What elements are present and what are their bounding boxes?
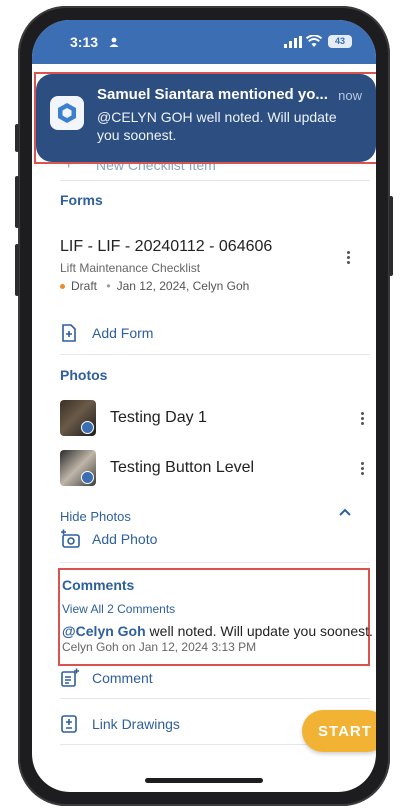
photo-more-options-icon[interactable] (360, 410, 364, 426)
comment-body: well noted. Will update you soonest. (145, 623, 373, 639)
add-form-label: Add Form (92, 325, 154, 341)
divider (60, 698, 370, 699)
person-icon (109, 37, 119, 47)
divider (60, 180, 370, 181)
link-badge-icon (81, 421, 94, 434)
link-drawing-icon (61, 715, 77, 733)
home-indicator[interactable] (145, 778, 263, 783)
cellular-signal-icon (284, 36, 302, 48)
photo-thumbnail (60, 400, 96, 436)
wifi-icon (306, 35, 322, 47)
add-comment-label: Comment (92, 670, 153, 686)
photo-item[interactable]: Testing Day 1 (60, 400, 370, 436)
divider (60, 354, 370, 355)
photos-section-title: Photos (60, 367, 108, 383)
photo-label: Testing Button Level (110, 459, 255, 476)
form-status: Draft (71, 279, 98, 293)
form-meta: Draft • Jan 12, 2024, Celyn Goh (60, 279, 249, 293)
divider (60, 562, 370, 563)
form-date-author: Jan 12, 2024, Celyn Goh (116, 279, 250, 293)
battery-icon: 43 (328, 35, 352, 48)
photo-item[interactable]: Testing Button Level (60, 450, 370, 486)
photo-thumbnail (60, 450, 96, 486)
comments-section-title: Comments (62, 577, 135, 593)
form-subtitle: Lift Maintenance Checklist (60, 261, 201, 275)
notification-highlight (34, 72, 376, 164)
status-bar: 3:13 43 (32, 20, 376, 64)
forms-section-title: Forms (60, 192, 103, 208)
volume-up-button (15, 176, 19, 228)
draft-status-dot (60, 284, 65, 290)
chevron-up-icon[interactable] (338, 507, 352, 517)
latest-comment: @Celyn Goh well noted. Will update you s… (62, 623, 373, 639)
form-title: LIF - LIF - 20240112 - 064606 (60, 238, 273, 255)
hide-photos-button[interactable]: Hide Photos (60, 509, 131, 524)
add-document-icon (62, 324, 76, 342)
comment-meta: Celyn Goh on Jan 12, 2024 3:13 PM (62, 640, 257, 654)
mute-switch (15, 124, 19, 152)
form-more-options-icon[interactable] (346, 249, 350, 265)
add-photo-label: Add Photo (92, 531, 158, 547)
add-photo-icon (61, 529, 80, 548)
photo-label: Testing Day 1 (110, 409, 207, 426)
meta-separator: • (106, 279, 111, 293)
screen: 3:13 43 Samuel Siantara mentioned yo... … (32, 20, 376, 792)
start-button[interactable]: START (302, 710, 376, 752)
view-all-comments-link[interactable]: View All 2 Comments (62, 602, 175, 616)
volume-down-button (15, 244, 19, 296)
link-badge-icon (81, 471, 94, 484)
phone-frame: 3:13 43 Samuel Siantara mentioned yo... … (15, 6, 393, 806)
power-button (389, 196, 393, 276)
status-time: 3:13 (70, 34, 99, 50)
photo-more-options-icon[interactable] (360, 460, 364, 476)
comment-mention[interactable]: @Celyn Goh (62, 623, 146, 639)
add-comment-icon (61, 668, 79, 687)
link-drawings-label: Link Drawings (92, 716, 180, 732)
